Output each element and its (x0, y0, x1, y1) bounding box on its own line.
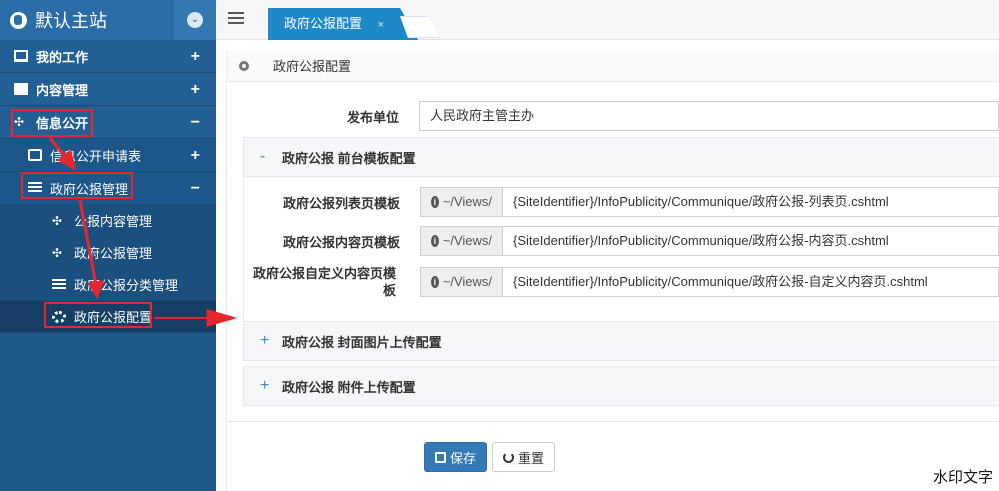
section-attachment-upload[interactable]: + 政府公报 附件上传配置 (243, 366, 999, 406)
section-title: 政府公报 封面图片上传配置 (282, 334, 442, 350)
edit-icon (28, 149, 42, 161)
template-input[interactable]: {SiteIdentifier}/InfoPublicity/Communiqu… (502, 226, 999, 256)
sidebar-item-label: 内容管理 (36, 82, 89, 98)
save-label: 保存 (450, 450, 477, 466)
prefix-text: ~/Views/ (442, 194, 492, 209)
save-button[interactable]: 保存 (424, 442, 488, 472)
frontend-template-body: 政府公报列表页模板 i ~/Views/ {SiteIdentifier}/Inf… (243, 177, 999, 320)
template-label: 政府公报内容页模板 (282, 234, 400, 250)
sidebar-item-gazette-content[interactable]: ✣ 公报内容管理 (0, 205, 216, 237)
template-label: 政府公报自定义内容页模板 (252, 266, 396, 298)
template-row: 政府公报列表页模板 i ~/Views/ {SiteIdentifier}/Inf… (244, 187, 999, 217)
chevron-down-icon: ⌄ (187, 12, 203, 28)
section-title: 政府公报 附件上传配置 (282, 379, 416, 395)
site-switch-button[interactable]: ⌄ (174, 0, 216, 40)
list-icon (28, 182, 42, 194)
menu-toggle-icon[interactable] (228, 12, 244, 26)
reset-label: 重置 (518, 450, 545, 466)
publisher-input[interactable]: 人民政府主管主办 (419, 101, 999, 131)
breadcrumb-label: 政府公报配置 (273, 59, 352, 74)
expand-icon: + (260, 377, 270, 394)
divider (227, 421, 999, 422)
prefix-text: ~/Views/ (442, 274, 492, 289)
publisher-row: 发布单位 人民政府主管主办 (227, 101, 999, 131)
collapse-icon: − (190, 180, 200, 197)
sidebar-item-label: 政府公报管理 (74, 246, 153, 261)
sidebar-item-gazette-category[interactable]: 政府公报分类管理 (0, 269, 216, 301)
tab-gazette-config[interactable]: 政府公报配置 × (268, 8, 419, 40)
collapse-icon: - (260, 148, 266, 165)
sidebar-item-gazette-management[interactable]: 政府公报管理 − (0, 172, 216, 205)
laptop-icon (14, 50, 28, 62)
expand-icon: + (260, 332, 270, 349)
cubes-icon: ✣ (52, 213, 63, 228)
sidebar-item-label: 信息公开 (36, 115, 89, 131)
sidebar-item-label: 政府公报配置 (74, 310, 153, 325)
collapse-icon: − (190, 114, 200, 131)
sidebar-item-disclosure-application[interactable]: 信息公开申请表 + (0, 139, 216, 172)
prefix-text: ~/Views/ (442, 233, 492, 248)
sidebar-item-label: 我的工作 (36, 49, 89, 65)
expand-icon: + (190, 48, 200, 65)
expand-icon: + (190, 81, 200, 98)
top-bar: 政府公报配置 × (216, 0, 999, 40)
cubes-icon: ✣ (14, 115, 25, 129)
template-row: 政府公报自定义内容页模板 i ~/Views/ {SiteIdentifier}/… (244, 265, 999, 299)
section-cover-upload[interactable]: + 政府公报 封面图片上传配置 (243, 321, 999, 361)
close-icon[interactable]: × (378, 19, 384, 31)
info-icon: i (431, 276, 439, 288)
document-icon (14, 83, 28, 95)
sidebar-item-content-management[interactable]: 内容管理 + (0, 73, 216, 106)
watermark: 水印文字 (932, 469, 993, 486)
section-title: 政府公报 前台模板配置 (282, 150, 416, 166)
sidebar-item-label: 信息公开申请表 (50, 148, 142, 164)
section-frontend-template[interactable]: - 政府公报 前台模板配置 (243, 137, 999, 177)
sidebar-item-info-disclosure[interactable]: ✣ 信息公开 − (0, 106, 216, 139)
reset-button[interactable]: 重置 (492, 442, 556, 472)
template-input[interactable]: {SiteIdentifier}/InfoPublicity/Communiqu… (502, 187, 999, 217)
sidebar-item-my-work[interactable]: 我的工作 + (0, 40, 216, 73)
sidebar-item-gazette-config[interactable]: 政府公报配置 (0, 301, 216, 333)
gear-icon (239, 60, 249, 71)
expand-icon: + (190, 147, 200, 164)
sidebar-item-gazette-manage[interactable]: ✣ 政府公报管理 (0, 237, 216, 269)
tab-label: 政府公报配置 (284, 16, 363, 31)
publisher-label: 发布单位 (346, 109, 399, 125)
main-content: 政府公报配置 发布单位 人民政府主管主办 - 政府公报 前台模板配置 政府公报列… (226, 50, 999, 491)
template-prefix: i ~/Views/ (420, 187, 502, 217)
list-icon (52, 278, 66, 291)
cubes-icon: ✣ (52, 245, 63, 260)
info-icon: i (431, 196, 439, 208)
template-label: 政府公报列表页模板 (282, 195, 400, 211)
site-brand[interactable]: 默认主站 ⌄ (0, 0, 216, 40)
template-prefix: i ~/Views/ (420, 226, 502, 256)
site-title: 默认主站 (35, 11, 107, 31)
globe-icon (10, 11, 27, 29)
template-row: 政府公报内容页模板 i ~/Views/ {SiteIdentifier}/Inf… (244, 226, 999, 256)
template-input[interactable]: {SiteIdentifier}/InfoPublicity/Communiqu… (502, 267, 999, 297)
breadcrumb: 政府公报配置 (227, 50, 999, 82)
save-icon (435, 451, 446, 463)
undo-icon (503, 451, 514, 463)
sidebar: 默认主站 ⌄ 我的工作 + 内容管理 + ✣ 信息公开 − 信息公开申请表 + … (0, 0, 216, 491)
sidebar-item-label: 政府公报分类管理 (74, 278, 179, 293)
sidebar-item-label: 政府公报管理 (50, 181, 129, 197)
template-prefix: i ~/Views/ (420, 267, 502, 297)
gear-icon (52, 310, 66, 323)
sidebar-item-label: 公报内容管理 (74, 214, 153, 229)
info-icon: i (431, 235, 439, 247)
